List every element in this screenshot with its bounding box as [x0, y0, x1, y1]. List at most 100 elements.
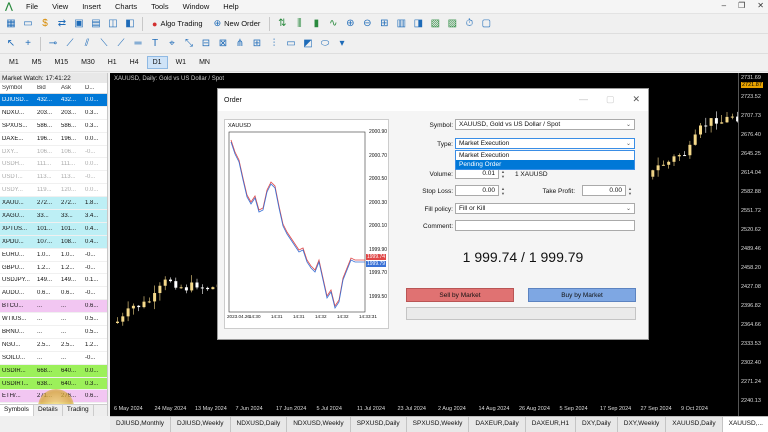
zoom-in-icon[interactable]: ⊕ — [343, 17, 357, 31]
chart-tab[interactable]: DAXEUR,H1 — [526, 417, 576, 432]
menu-help[interactable]: Help — [216, 2, 245, 11]
market-watch-row[interactable]: USDY... 119... 120... 0.0... — [0, 184, 107, 198]
cursor-icon[interactable]: ↖ — [4, 37, 18, 51]
market-watch-row[interactable]: SPXUS... 586... 586... 0.3... — [0, 120, 107, 133]
buy-by-market-button[interactable]: Buy by Market — [528, 288, 636, 302]
chart-tab[interactable]: XAUUSD,... — [722, 417, 768, 432]
col-ask-header[interactable]: Ask — [61, 85, 85, 91]
chart-tab[interactable]: DJIUSD,Monthly — [110, 417, 172, 432]
text-icon[interactable]: T — [148, 37, 162, 51]
market-watch-row[interactable]: DAXE... 196... 196... 0.0... — [0, 133, 107, 146]
tab-details[interactable]: Details — [34, 405, 63, 416]
chart-tab[interactable]: DXY,Weekly — [618, 417, 667, 432]
market-watch-row[interactable]: BTCU......... 0.6... — [0, 300, 107, 314]
ray-icon[interactable]: ⟋ — [114, 37, 128, 51]
close-icon[interactable]: ✕ — [632, 94, 640, 105]
fill-policy-select[interactable]: Fill or Kill ⌄ — [455, 203, 635, 214]
market-watch-row[interactable]: NDXU... 203... 203... 0.3... — [0, 107, 107, 120]
channel-icon[interactable]: ⟍ — [97, 37, 111, 51]
zoom-out-icon[interactable]: ⊖ — [360, 17, 374, 31]
comment-input[interactable] — [455, 220, 635, 231]
depth-of-market-icon[interactable]: ⇅ — [275, 17, 289, 31]
gann-icon[interactable]: ⊠ — [216, 37, 230, 51]
chart-tab[interactable]: XAUUSD,Daily — [666, 417, 723, 432]
market-watch-row[interactable]: DXY... 106... 106... -0... — [0, 146, 107, 159]
market-watch-icon[interactable]: $ — [38, 17, 52, 31]
menu-window[interactable]: Window — [176, 2, 217, 11]
horizontal-ray-icon[interactable]: ═ — [131, 37, 145, 51]
chart-tab[interactable]: DXY,Daily — [576, 417, 618, 432]
more-tools-icon[interactable]: ▾ — [335, 37, 349, 51]
periods-icon[interactable]: ⏱ — [462, 17, 476, 31]
market-watch-row[interactable]: NGU... 2.5... 2.5... 1.2... — [0, 339, 107, 352]
fibonacci-icon[interactable]: ⊟ — [199, 37, 213, 51]
tf-m1[interactable]: M1 — [4, 56, 24, 69]
chart-tab[interactable]: SPXUSD,Daily — [351, 417, 407, 432]
tf-h1[interactable]: H1 — [103, 56, 122, 69]
vertical-line-icon[interactable]: ⫽ — [80, 37, 94, 51]
market-watch-row[interactable]: USDJPY... 149... 149... 0.1... — [0, 274, 107, 288]
date-axis[interactable]: 6 May 2024 24 May 2024 13 May 2024 7 Jun 20… — [110, 404, 738, 416]
tf-h4[interactable]: H4 — [125, 56, 144, 69]
candlestick-icon[interactable]: ▮ — [309, 17, 323, 31]
tf-m15[interactable]: M15 — [49, 56, 73, 69]
ellipse-icon[interactable]: ⬭ — [318, 37, 332, 51]
type-option-pending-order[interactable]: Pending Order — [456, 160, 634, 169]
new-order-button[interactable]: ⊕ New Order — [210, 16, 265, 31]
shapes-icon[interactable]: ◩ — [301, 37, 315, 51]
chart-tab[interactable]: DJIUSD,Weekly — [171, 417, 231, 432]
terminal-icon[interactable]: ▤ — [89, 17, 103, 31]
pitchfork-icon[interactable]: ⋔ — [233, 37, 247, 51]
close-icon[interactable]: ✕ — [757, 1, 764, 10]
tf-m30[interactable]: M30 — [76, 56, 100, 69]
market-watch-row[interactable]: USDH... 111... 111... 0.0... — [0, 158, 107, 172]
maximize-icon[interactable]: ▢ — [606, 94, 615, 105]
minimize-icon[interactable]: — — [579, 94, 588, 105]
label-icon[interactable]: ⌖ — [165, 37, 179, 51]
arrow-icon[interactable]: ⤡ — [182, 37, 196, 51]
screenshot-icon[interactable]: ▢ — [479, 17, 493, 31]
market-watch-row[interactable]: WTIUS......... 0.5... — [0, 313, 107, 327]
cycle-lines-icon[interactable]: ⫶ — [267, 37, 281, 51]
sell-by-market-button[interactable]: Sell by Market — [406, 288, 514, 302]
menu-view[interactable]: View — [45, 2, 75, 11]
stop-loss-stepper-icon[interactable]: ▲ ▼ — [499, 186, 507, 196]
tf-m5[interactable]: M5 — [27, 56, 47, 69]
market-watch-row[interactable]: XPDU... 107... 108... 0.4... — [0, 235, 107, 249]
menu-insert[interactable]: Insert — [75, 2, 108, 11]
data-window-icon[interactable]: ⇄ — [55, 17, 69, 31]
navigator-icon[interactable]: ▣ — [72, 17, 86, 31]
market-watch-row[interactable]: USDT... 113... 113... -0... — [0, 171, 107, 185]
type-option-market-execution[interactable]: Market Execution — [456, 151, 634, 160]
minimize-icon[interactable]: – — [722, 1, 726, 10]
market-watch-row[interactable]: XAUU... 272... 272... 1.8... — [0, 197, 107, 211]
chart-tab[interactable]: DAXEUR,Daily — [469, 417, 526, 432]
tile-windows-icon[interactable]: ⊞ — [377, 17, 391, 31]
market-watch-row[interactable]: USDIR... 668... 640... 0.0... — [0, 364, 107, 378]
templates-icon[interactable]: ▨ — [445, 17, 459, 31]
algo-trading-button[interactable]: ● Algo Trading — [148, 16, 207, 31]
bar-chart-icon[interactable]: ⫼ — [292, 17, 306, 31]
take-profit-stepper-icon[interactable]: ▲ ▼ — [626, 186, 634, 196]
trend-line-icon[interactable]: ⟋ — [63, 37, 77, 51]
market-watch-row[interactable]: AUDU... 0.6... 0.6... -0... — [0, 287, 107, 301]
col-symbol-header[interactable]: Symbol — [0, 85, 37, 91]
chart-tab[interactable]: NDXUSD,Weekly — [287, 417, 351, 432]
profiles-icon[interactable]: ▭ — [21, 17, 35, 31]
chart-tab[interactable]: NDXUSD,Daily — [231, 417, 288, 432]
tab-symbols[interactable]: Symbols — [0, 405, 34, 416]
market-watch-row[interactable]: EURU... 1.0... 1.0... -0... — [0, 249, 107, 262]
chart-shift-icon[interactable]: ▥ — [394, 17, 408, 31]
symbol-select[interactable]: XAUUSD, Gold vs US Dollar / Spot ⌄ — [455, 119, 635, 130]
market-watch-row[interactable]: GBPU... 1.2... 1.2... -0... — [0, 262, 107, 275]
tf-mn[interactable]: MN — [194, 56, 215, 69]
volume-stepper-icon[interactable]: ▲ ▼ — [499, 169, 507, 179]
col-daily-change-header[interactable]: D... — [85, 85, 105, 91]
menu-tools[interactable]: Tools — [144, 2, 176, 11]
type-select[interactable]: Market Execution ⌄ — [455, 138, 635, 149]
tab-trading[interactable]: Trading — [63, 405, 94, 416]
stop-loss-input[interactable]: 0.00 ▲ ▼ — [455, 185, 505, 196]
market-watch-row[interactable]: SOILU......... -0... — [0, 352, 107, 365]
rectangle-icon[interactable]: ▭ — [284, 37, 298, 51]
market-watch-row[interactable]: XAGU... 33... 33... 3.4... — [0, 210, 107, 223]
